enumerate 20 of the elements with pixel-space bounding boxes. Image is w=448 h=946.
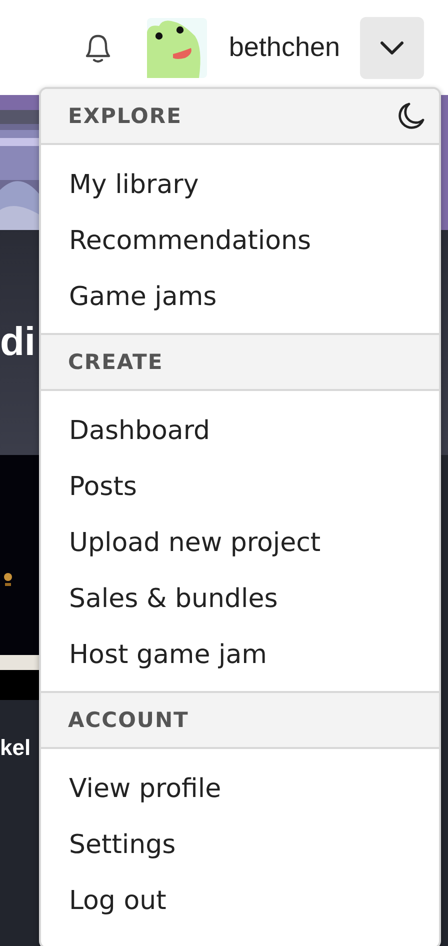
menu-item[interactable]: My library [41, 157, 199, 213]
chevron-down-icon [379, 40, 405, 56]
menu-item[interactable]: Posts [41, 459, 137, 515]
avatar-icon[interactable] [146, 18, 207, 78]
menu-item[interactable]: Settings [41, 817, 176, 873]
username[interactable]: bethchen [228, 32, 340, 63]
section-title: ACCOUNT [68, 708, 189, 732]
game-title: kel [0, 735, 31, 761]
menu-item[interactable]: Game jams [41, 269, 217, 325]
menu-item[interactable]: Upload new project [41, 515, 321, 571]
menu-item[interactable]: View profile [41, 761, 222, 817]
page-heading: di [0, 320, 36, 365]
menu-item[interactable]: Dashboard [41, 403, 210, 459]
dropdown-button[interactable] [360, 16, 424, 78]
menu-item[interactable]: Log out [41, 873, 166, 929]
section-title: CREATE [68, 350, 164, 374]
menu-item[interactable]: Host game jam [41, 627, 267, 683]
menu-item[interactable]: Recommendations [41, 213, 312, 269]
section-title: EXPLORE [68, 104, 182, 128]
menu-item[interactable]: Sales & bundles [41, 571, 278, 627]
